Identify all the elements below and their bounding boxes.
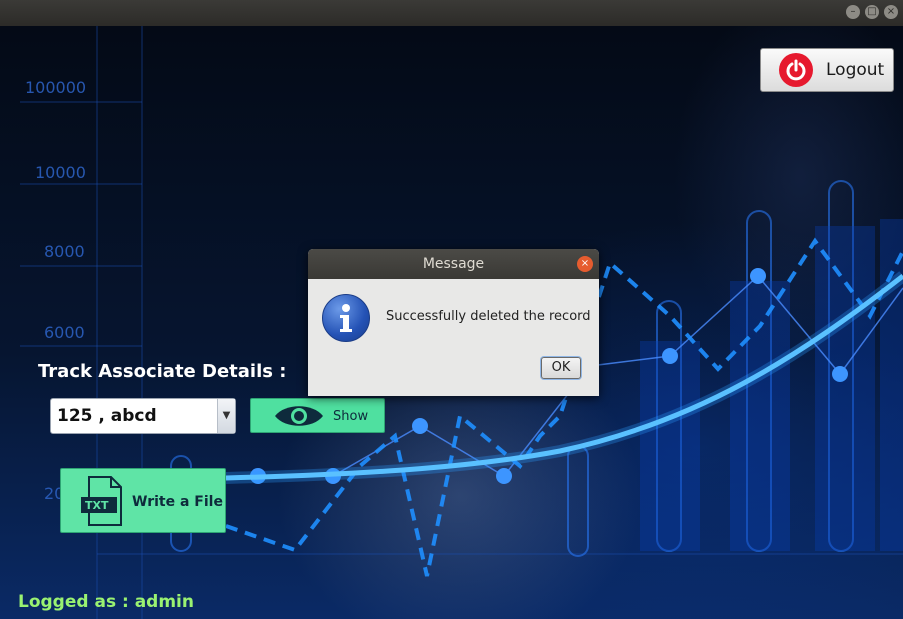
show-label: Show [333, 409, 369, 424]
axis-tick: 100000 [25, 78, 87, 97]
dialog-titlebar: Message × [308, 249, 599, 279]
dialog-title: Message [422, 256, 485, 272]
show-button[interactable]: Show [250, 398, 385, 433]
associate-select-value: 125 , abcd [57, 406, 157, 426]
power-icon [779, 53, 813, 87]
maximize-icon[interactable]: □ [865, 5, 879, 19]
section-title: Track Associate Details : [38, 361, 287, 382]
info-icon [322, 294, 370, 342]
chevron-down-icon[interactable]: ▼ [217, 399, 235, 433]
eye-icon [275, 406, 323, 426]
axis-tick: 10000 [35, 163, 86, 182]
close-icon[interactable]: × [884, 5, 898, 19]
axis-tick: 6000 [44, 323, 85, 342]
write-file-label: Write a File [132, 494, 223, 510]
logout-label: Logout [826, 60, 885, 80]
txt-icon-text: TXT [85, 499, 109, 512]
axis-tick: 8000 [44, 242, 85, 261]
dialog-message: Successfully deleted the record [386, 309, 591, 324]
associate-select[interactable]: 125 , abcd ▼ [50, 398, 236, 434]
logout-button[interactable]: Logout [760, 48, 894, 92]
message-dialog: Message × Successfully deleted the recor… [308, 249, 599, 396]
window-titlebar: – □ × [0, 0, 903, 26]
logged-in-status: Logged as : admin [18, 592, 194, 612]
close-icon[interactable]: × [577, 256, 593, 272]
minimize-icon[interactable]: – [846, 5, 860, 19]
ok-button[interactable]: OK [541, 357, 581, 379]
write-file-button[interactable]: TXT Write a File [60, 468, 226, 533]
